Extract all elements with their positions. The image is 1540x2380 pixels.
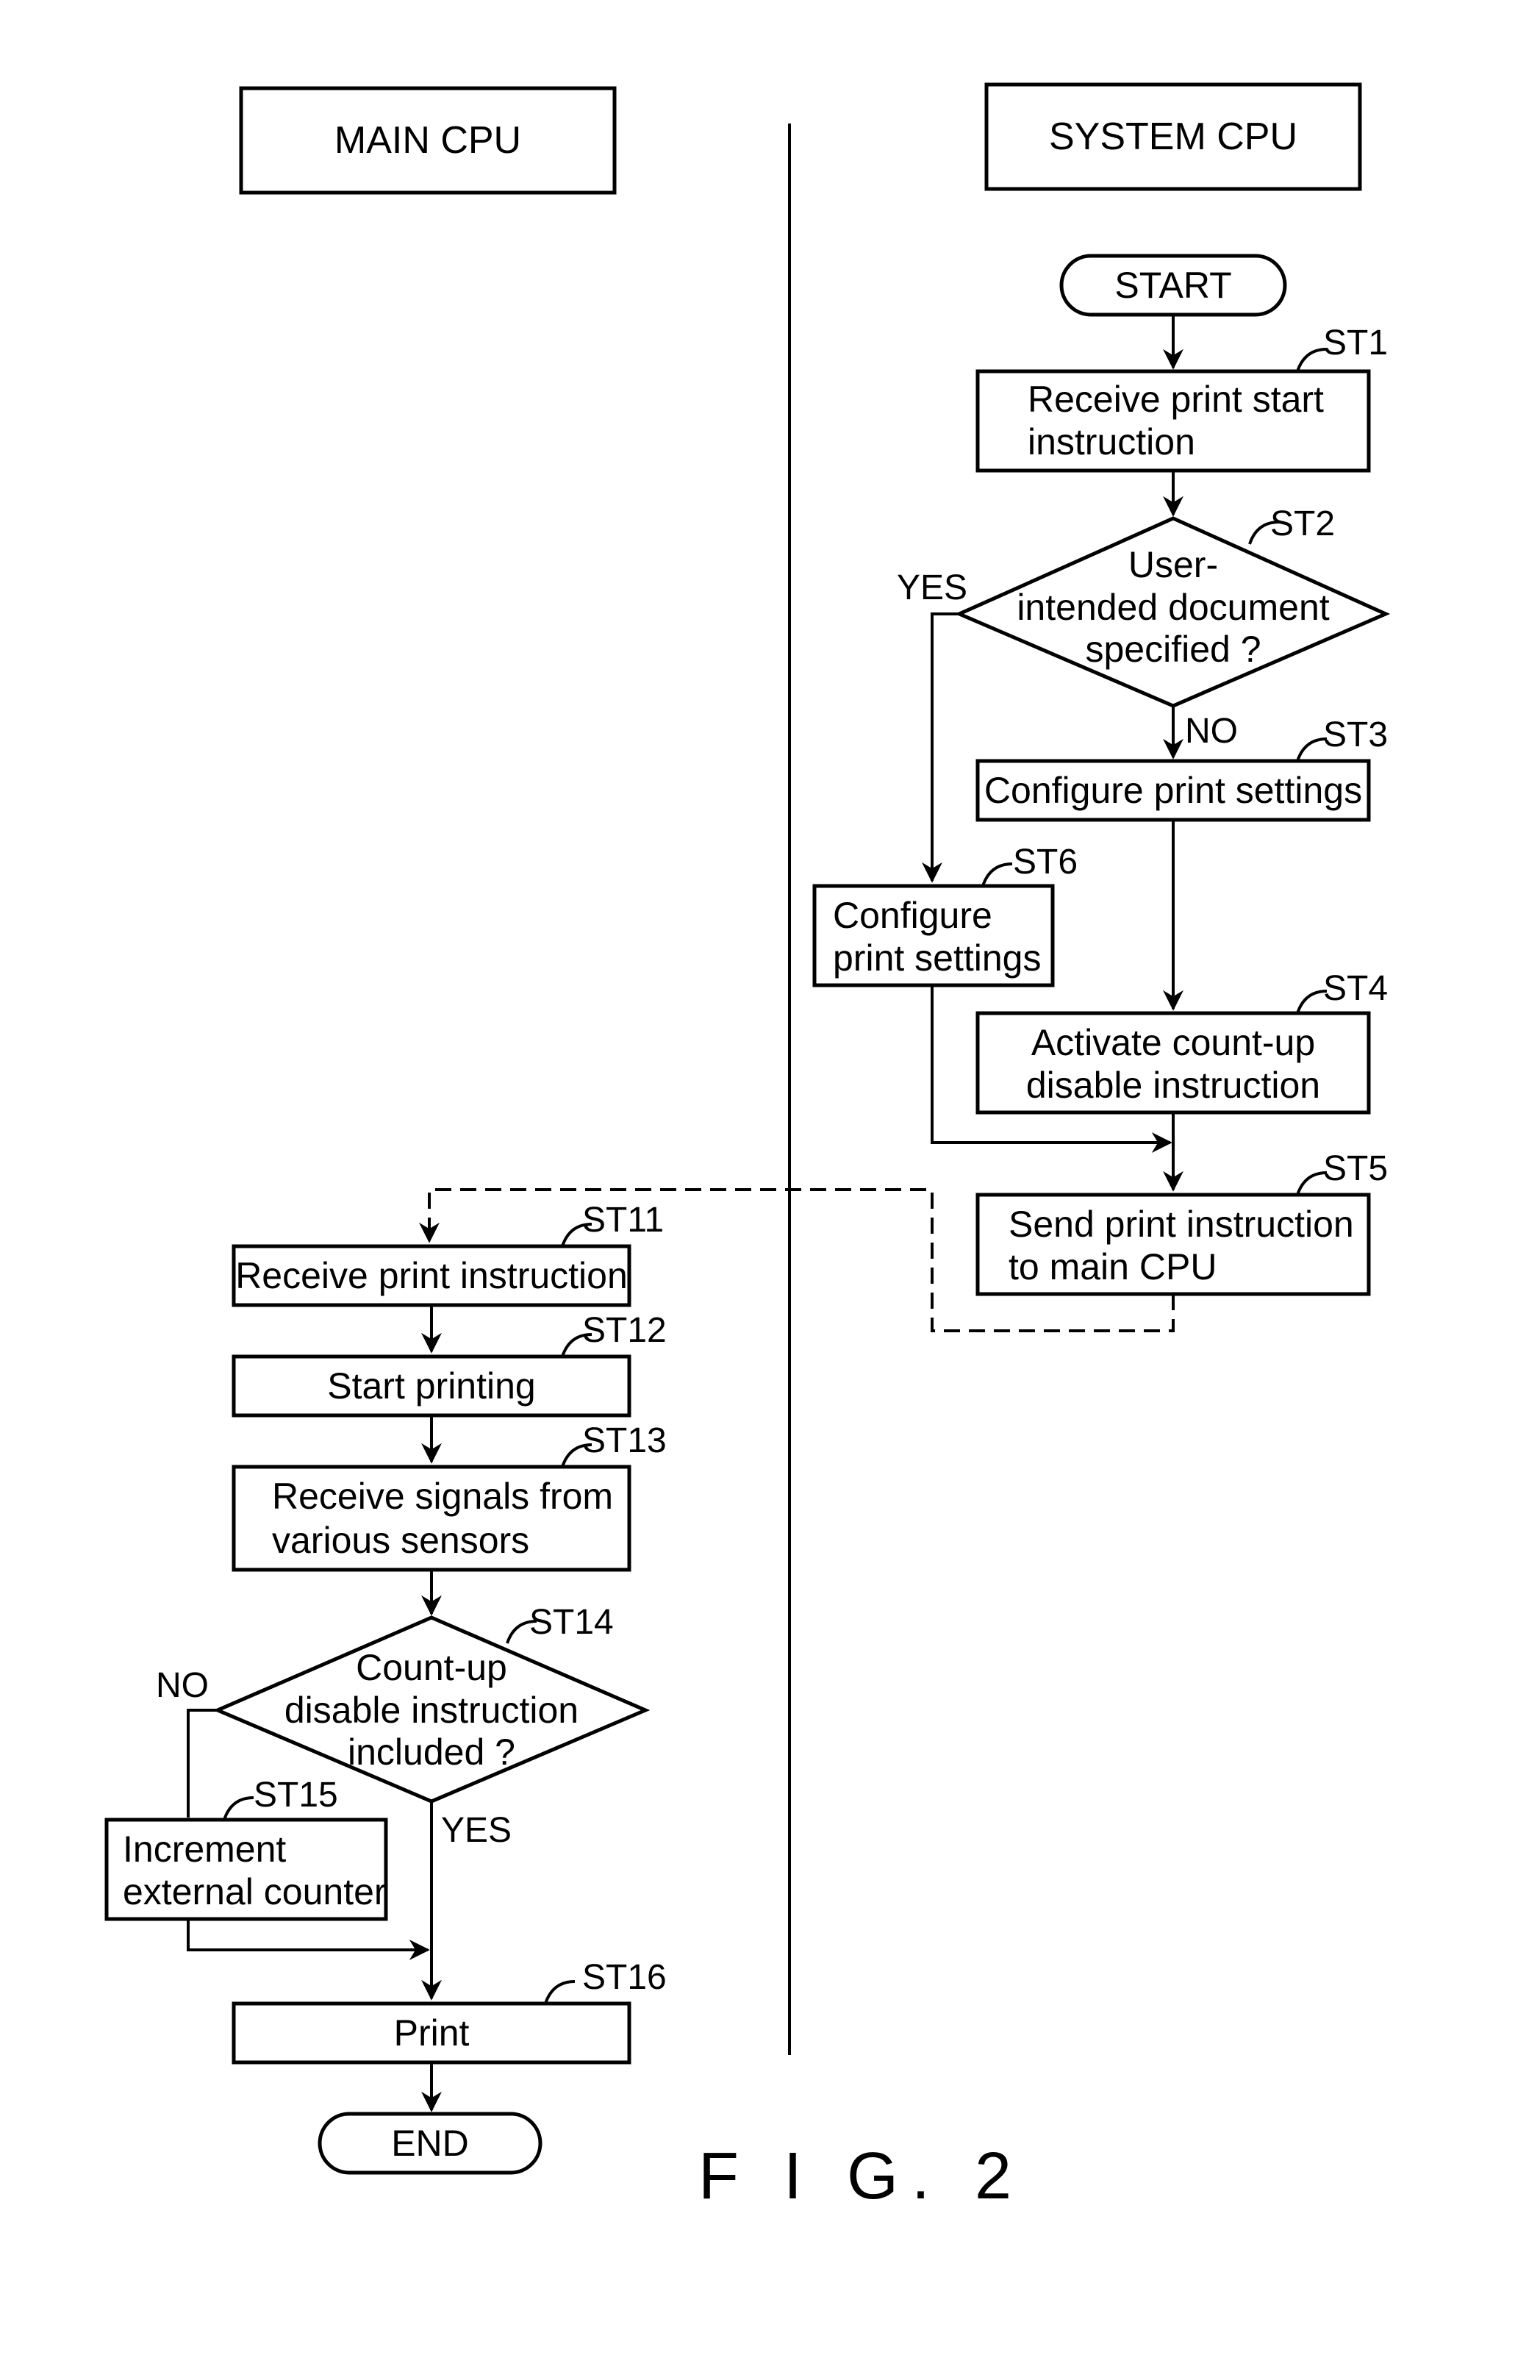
end-terminator: END bbox=[318, 2112, 542, 2175]
start-terminator: START bbox=[1059, 254, 1287, 317]
decision-st2: User- intended document specified ? ST2 … bbox=[897, 504, 1391, 751]
decision-st2-no-label: NO bbox=[1185, 712, 1238, 751]
step-st6-leader bbox=[981, 862, 1013, 887]
decision-st2-line3: specified ? bbox=[1085, 629, 1261, 670]
step-st6-line1: Configure bbox=[833, 895, 992, 936]
step-st1-line2: instruction bbox=[1028, 421, 1195, 462]
decision-st14-line3: included ? bbox=[348, 1732, 515, 1773]
step-st1-line1: Receive print start bbox=[1028, 379, 1324, 420]
start-label: START bbox=[1114, 265, 1231, 306]
lane-header-main-cpu: MAIN CPU bbox=[239, 86, 617, 195]
step-st5: Send print instruction to main CPU ST5 bbox=[975, 1149, 1388, 1296]
step-st15: Increment external counter ST15 bbox=[104, 1776, 388, 1921]
step-st1: Receive print start instruction ST1 bbox=[975, 324, 1388, 473]
flowchart-diagram: MAIN CPU SYSTEM CPU START Receive print … bbox=[104, 82, 1391, 2213]
step-st3-line1: Configure print settings bbox=[984, 770, 1362, 811]
step-st4: Activate count-up disable instruction ST… bbox=[975, 969, 1388, 1115]
step-st4-line1: Activate count-up bbox=[1031, 1022, 1315, 1063]
step-st5-leader bbox=[1296, 1171, 1328, 1196]
step-st13-id: ST13 bbox=[582, 1421, 667, 1460]
step-st11-line1: Receive print instruction bbox=[235, 1255, 628, 1296]
step-st13-line2: various sensors bbox=[272, 1520, 529, 1561]
step-st15-leader bbox=[223, 1796, 254, 1820]
step-st1-leader bbox=[1296, 348, 1328, 372]
decision-st14-id: ST14 bbox=[529, 1603, 614, 1642]
decision-st2-id: ST2 bbox=[1270, 504, 1335, 543]
step-st15-line1: Increment bbox=[123, 1829, 286, 1870]
step-st6: Configure print settings ST6 bbox=[812, 843, 1078, 987]
step-st12: Start printing ST12 bbox=[232, 1311, 667, 1418]
step-st5-id: ST5 bbox=[1323, 1149, 1388, 1188]
connector-st15-merge bbox=[187, 1919, 430, 1960]
step-st16: Print ST16 bbox=[232, 1958, 667, 2065]
step-st13: Receive signals from various sensors ST1… bbox=[232, 1421, 667, 1572]
end-label: END bbox=[391, 2123, 469, 2164]
step-st15-id: ST15 bbox=[254, 1776, 338, 1815]
step-st12-id: ST12 bbox=[582, 1311, 667, 1350]
decision-st14-yes-label: YES bbox=[441, 1811, 512, 1850]
step-st11: Receive print instruction ST11 bbox=[232, 1201, 664, 1307]
step-st4-line2: disable instruction bbox=[1026, 1065, 1320, 1106]
step-st3-leader bbox=[1296, 737, 1328, 762]
step-st16-leader bbox=[544, 1980, 576, 2004]
figure-caption: F I G. 2 bbox=[698, 2140, 1025, 2213]
step-st6-id: ST6 bbox=[1013, 843, 1078, 882]
step-st4-id: ST4 bbox=[1323, 969, 1388, 1008]
decision-st14: Count-up disable instruction included ? … bbox=[156, 1603, 651, 1850]
step-st11-id: ST11 bbox=[582, 1201, 664, 1240]
step-st15-line2: external counter bbox=[123, 1871, 387, 1912]
step-st3-id: ST3 bbox=[1323, 715, 1388, 754]
decision-st2-yes-label: YES bbox=[897, 568, 967, 607]
lane-header-system-cpu: SYSTEM CPU bbox=[984, 82, 1362, 191]
step-st13-line1: Receive signals from bbox=[272, 1476, 613, 1517]
step-st6-line2: print settings bbox=[833, 937, 1041, 979]
lane-header-main-cpu-label: MAIN CPU bbox=[334, 119, 521, 162]
step-st4-leader bbox=[1296, 990, 1328, 1014]
step-st3: Configure print settings ST3 bbox=[975, 715, 1388, 822]
step-st5-line2: to main CPU bbox=[1009, 1246, 1217, 1287]
connector-st14-no-st15 bbox=[187, 1709, 218, 1818]
decision-st14-line1: Count-up bbox=[356, 1647, 507, 1688]
step-st16-line1: Print bbox=[394, 2012, 470, 2054]
decision-st2-line1: User- bbox=[1128, 544, 1218, 585]
step-st5-line1: Send print instruction bbox=[1009, 1204, 1354, 1245]
step-st1-id: ST1 bbox=[1323, 324, 1388, 362]
step-st12-line1: Start printing bbox=[327, 1365, 535, 1407]
step-st16-id: ST16 bbox=[582, 1958, 667, 1997]
lane-header-system-cpu-label: SYSTEM CPU bbox=[1049, 115, 1297, 158]
decision-st14-no-label: NO bbox=[156, 1666, 209, 1705]
connector-st2-yes-st6 bbox=[922, 612, 959, 883]
decision-st2-line2: intended document bbox=[1017, 587, 1329, 628]
decision-st14-line2: disable instruction bbox=[284, 1690, 579, 1731]
